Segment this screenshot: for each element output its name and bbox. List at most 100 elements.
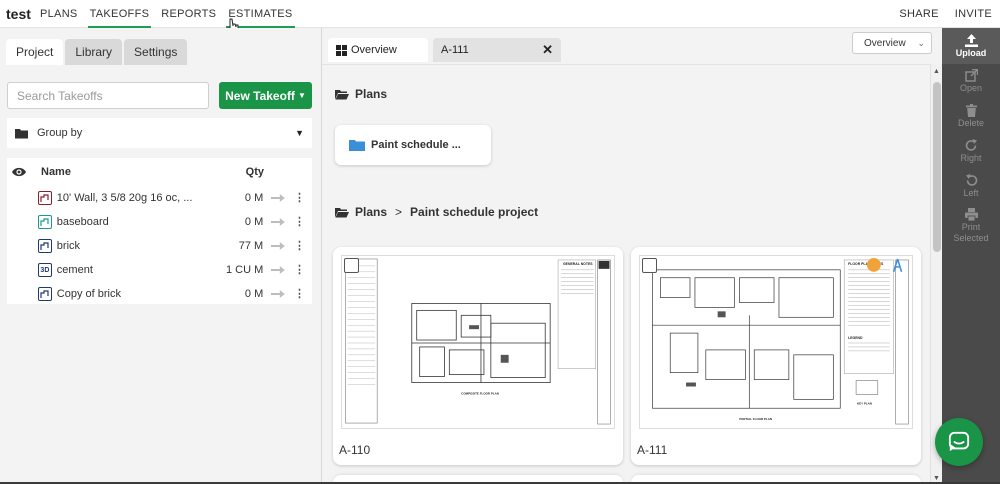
- plans-heading: Plans: [335, 87, 387, 101]
- takeoff-qty: 0 M: [244, 192, 264, 204]
- scrollbar-thumb[interactable]: [933, 82, 941, 252]
- key-plan-label: KEY PLAN: [857, 401, 872, 405]
- delete-button[interactable]: Delete: [942, 99, 1000, 134]
- view-select[interactable]: Overview ⌄: [852, 32, 932, 54]
- drawing-title: COMPOSITE FLOOR PLAN: [461, 391, 499, 395]
- takeoff-list: Name Qty 10' Wall, 3 5/8 20g 16 oc, ... 0…: [7, 158, 312, 304]
- user-avatar-icon: [866, 257, 881, 272]
- scroll-down-icon[interactable]: ▼: [933, 475, 940, 482]
- viewer-tabs: Overview A-111 ✕: [328, 38, 561, 62]
- notes-header: GENERAL NOTES: [563, 262, 593, 266]
- folder-card-label: Paint schedule ...: [371, 139, 461, 151]
- linear-icon: [38, 191, 52, 205]
- tab-a-111[interactable]: A-111 ✕: [433, 38, 561, 62]
- plans-content: Plans Paint schedule ... Plans > Paint s…: [322, 64, 930, 484]
- tab-a-111-label: A-111: [441, 44, 469, 56]
- arrow-right-icon[interactable]: [271, 193, 285, 203]
- chat-launcher-button[interactable]: [935, 418, 983, 466]
- more-options-icon[interactable]: ⋮: [294, 217, 305, 228]
- tab-settings[interactable]: Settings: [124, 39, 188, 65]
- open-button[interactable]: Open: [942, 64, 1000, 99]
- invite-button[interactable]: INVITE: [947, 0, 1000, 28]
- sheet-label: A-110: [339, 443, 371, 457]
- more-options-icon[interactable]: ⋮: [294, 289, 305, 300]
- rotate-right-button[interactable]: Right: [942, 134, 1000, 169]
- sheet-thumbnail[interactable]: GENERAL NOTES COMPOSITE FLOOR PLAN: [341, 255, 615, 429]
- search-takeoffs-input[interactable]: [7, 82, 209, 109]
- takeoff-qty: 1 CU M: [225, 264, 264, 276]
- print-selected-button[interactable]: Print Selected: [942, 204, 1000, 248]
- open-label: Open: [959, 83, 983, 93]
- upload-button[interactable]: Upload: [942, 28, 1000, 64]
- rotate-right-label: Right: [960, 153, 982, 163]
- plans-heading-label: Plans: [355, 87, 388, 101]
- column-header-name[interactable]: Name: [41, 166, 71, 178]
- open-icon: [964, 69, 978, 82]
- takeoff-row[interactable]: Copy of brick 0 M ⋮: [7, 282, 312, 306]
- arrow-right-icon[interactable]: [271, 265, 285, 275]
- linear-icon: [38, 287, 52, 301]
- more-options-icon[interactable]: ⋮: [294, 241, 305, 252]
- top-navigation: test PLANS TAKEOFFS REPORTS ESTIMATES SH…: [0, 0, 1000, 28]
- nav-reports[interactable]: REPORTS: [155, 0, 222, 28]
- breadcrumb-root[interactable]: Plans: [355, 205, 387, 219]
- upload-label: Upload: [955, 47, 987, 58]
- new-takeoff-label: New Takeoff: [225, 88, 295, 103]
- sheet-card-a-110[interactable]: GENERAL NOTES COMPOSITE FLOOR PLAN A-110: [333, 247, 623, 465]
- close-icon[interactable]: ✕: [542, 42, 553, 58]
- breadcrumb: Plans > Paint schedule project: [335, 205, 538, 219]
- rotate-left-button[interactable]: Left: [942, 169, 1000, 204]
- chevron-down-icon: ⌄: [917, 37, 925, 48]
- print-selected-label: Print Selected: [953, 222, 989, 243]
- trash-icon: [965, 104, 977, 117]
- plans-viewer: Overview A-111 ✕ Overview ⌄ Plans Paint …: [322, 28, 942, 484]
- view-select-value: Overview: [864, 37, 906, 49]
- sheet-checkbox[interactable]: [642, 258, 657, 273]
- takeoffs-panel: Project Library Settings New Takeoff ▼ G…: [0, 28, 322, 484]
- tab-library[interactable]: Library: [65, 39, 123, 65]
- eye-icon[interactable]: [11, 166, 27, 178]
- nav-plans[interactable]: PLANS: [34, 0, 84, 28]
- nav-takeoffs[interactable]: TAKEOFFS: [84, 0, 156, 28]
- scroll-up-icon[interactable]: ▲: [933, 68, 940, 75]
- linear-icon: [38, 239, 52, 253]
- folder-card-paint-schedule[interactable]: Paint schedule ...: [335, 125, 491, 165]
- rotate-left-label: Left: [963, 188, 979, 198]
- folder-open-icon: [335, 89, 349, 99]
- takeoff-row[interactable]: brick 77 M ⋮: [7, 234, 312, 258]
- sheet-card-a-111[interactable]: FLOOR PLAN NOTES LEGEND KEY PLAN PARTIAL…: [631, 247, 921, 465]
- folder-icon: [349, 140, 365, 151]
- takeoff-name: brick: [56, 240, 81, 252]
- more-options-icon[interactable]: ⋮: [294, 193, 305, 204]
- column-header-qty[interactable]: Qty: [246, 166, 264, 178]
- breadcrumb-separator: >: [395, 205, 403, 219]
- sheet-thumbnail[interactable]: FLOOR PLAN NOTES LEGEND KEY PLAN PARTIAL…: [639, 255, 913, 429]
- more-options-icon[interactable]: ⋮: [294, 265, 305, 276]
- rotate-left-icon: [965, 174, 977, 186]
- takeoff-row[interactable]: baseboard 0 M ⋮: [7, 210, 312, 234]
- takeoff-name: Copy of brick: [56, 288, 121, 300]
- drawing-title: PARTIAL FLOOR PLAN: [739, 417, 772, 421]
- panel-tabs: Project Library Settings: [6, 39, 188, 65]
- list-header: Name Qty: [7, 158, 312, 186]
- arrow-right-icon[interactable]: [271, 217, 285, 227]
- share-button[interactable]: SHARE: [891, 0, 946, 28]
- 3d-icon: 3D: [38, 263, 52, 277]
- sheet-label: A-111: [637, 443, 668, 457]
- takeoff-qty: 77 M: [238, 240, 264, 252]
- tab-overview[interactable]: Overview: [328, 38, 428, 62]
- tab-project[interactable]: Project: [6, 39, 64, 65]
- grid-icon: [336, 44, 347, 56]
- new-takeoff-button[interactable]: New Takeoff ▼: [219, 82, 312, 109]
- vertical-scrollbar[interactable]: ▲ ▼: [930, 64, 942, 484]
- tab-overview-label: Overview: [351, 44, 397, 56]
- takeoff-row[interactable]: 3D cement 1 CU M ⋮: [7, 258, 312, 282]
- group-by-label: Group by: [37, 127, 83, 139]
- takeoff-row[interactable]: 10' Wall, 3 5/8 20g 16 oc, ... 0 M ⋮: [7, 186, 312, 210]
- folder-open-icon: [335, 207, 349, 217]
- group-by-dropdown[interactable]: Group by ▼: [7, 118, 312, 148]
- arrow-right-icon[interactable]: [271, 241, 285, 251]
- arrow-right-icon[interactable]: [271, 289, 285, 299]
- project-title[interactable]: test: [0, 6, 34, 22]
- sheet-checkbox[interactable]: [344, 258, 359, 273]
